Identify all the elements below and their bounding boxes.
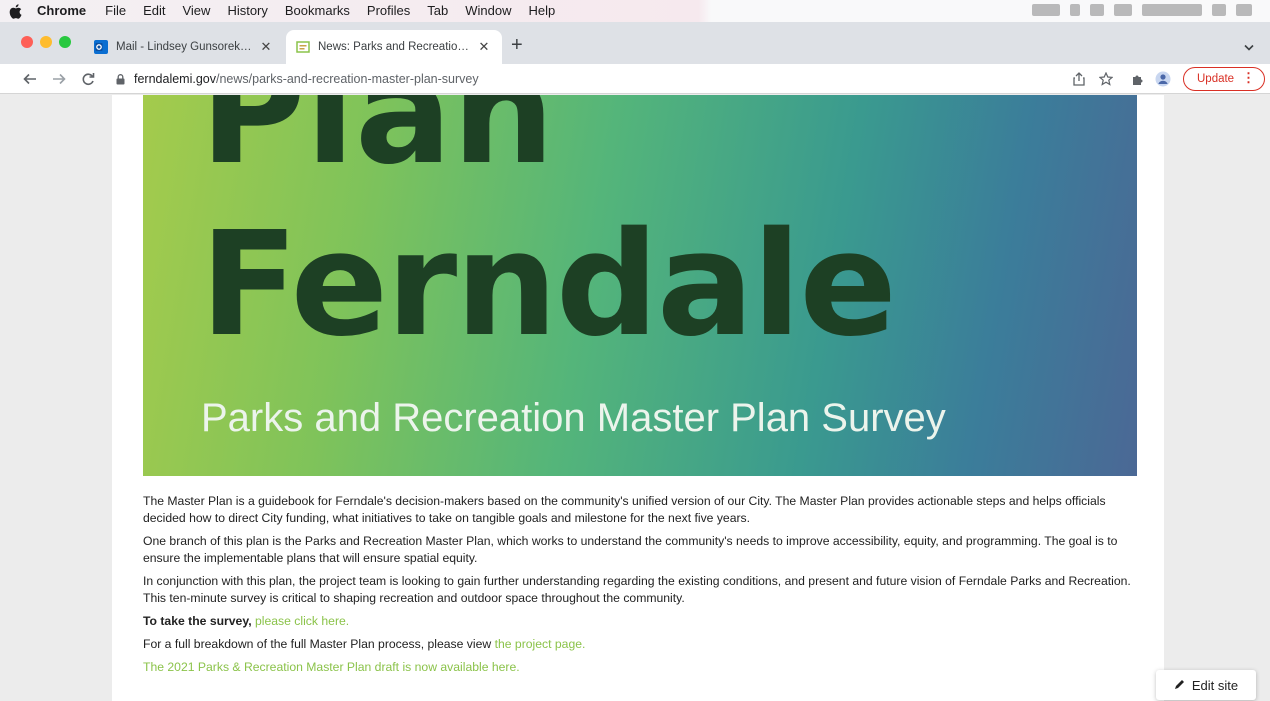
article-body: The Master Plan is a guidebook for Fernd… xyxy=(143,493,1143,682)
draft-link[interactable]: The 2021 Parks & Recreation Master Plan … xyxy=(143,660,520,674)
back-arrow-icon[interactable] xyxy=(20,69,40,89)
tab-news-close-icon[interactable]: ✕ xyxy=(476,39,492,55)
new-tab-button[interactable]: + xyxy=(511,35,523,55)
article-paragraph: One branch of this plan is the Parks and… xyxy=(143,534,1118,565)
article-paragraph: The Master Plan is a guidebook for Fernd… xyxy=(143,494,1106,525)
tab-strip: Mail - Lindsey Gunsorek - Outl ✕ News: P… xyxy=(0,22,1270,64)
page-viewport: Plan Ferndale Parks and Recreation Maste… xyxy=(0,95,1270,701)
pencil-icon xyxy=(1174,678,1185,693)
url-host: ferndalemi.gov xyxy=(134,72,216,86)
project-page-link[interactable]: the project page. xyxy=(495,637,586,651)
lock-icon[interactable] xyxy=(116,73,125,85)
menu-history[interactable]: History xyxy=(227,0,267,22)
browser-toolbar: ferndalemi.gov/news/parks-and-recreation… xyxy=(0,64,1270,94)
tab-news[interactable]: News: Parks and Recreation M ✕ xyxy=(286,30,502,64)
hero-title-plan: Plan xyxy=(200,95,555,196)
tab-search-chevron-icon[interactable] xyxy=(1244,38,1254,56)
share-icon[interactable] xyxy=(1070,70,1088,88)
survey-link[interactable]: please click here. xyxy=(255,614,349,628)
apple-icon[interactable] xyxy=(9,3,23,19)
window-minimize-button[interactable] xyxy=(40,36,52,48)
menubar-status-icons xyxy=(1032,4,1252,16)
menu-chrome[interactable]: Chrome xyxy=(37,0,86,22)
tab-mail[interactable]: Mail - Lindsey Gunsorek - Outl ✕ xyxy=(84,30,284,64)
more-menu-icon[interactable]: ⋮ xyxy=(1242,71,1255,85)
survey-line: To take the survey, please click here. xyxy=(143,613,1143,630)
hero-banner: Plan Ferndale Parks and Recreation Maste… xyxy=(143,95,1137,476)
edit-site-button[interactable]: Edit site xyxy=(1156,670,1256,700)
menu-view[interactable]: View xyxy=(182,0,210,22)
menu-bookmarks[interactable]: Bookmarks xyxy=(285,0,350,22)
extensions-puzzle-icon[interactable] xyxy=(1128,70,1146,88)
menu-file[interactable]: File xyxy=(105,0,126,22)
bookmark-star-icon[interactable] xyxy=(1097,70,1115,88)
tab-news-title: News: Parks and Recreation M xyxy=(318,41,472,53)
window-zoom-button[interactable] xyxy=(59,36,71,48)
forward-arrow-icon[interactable] xyxy=(49,69,69,89)
profile-avatar-icon[interactable] xyxy=(1154,70,1172,88)
draft-line: The 2021 Parks & Recreation Master Plan … xyxy=(143,659,1143,676)
breakdown-line: For a full breakdown of the full Master … xyxy=(143,636,1143,653)
hero-title-ferndale: Ferndale xyxy=(200,200,897,368)
edit-site-label: Edit site xyxy=(1191,677,1239,693)
window-close-button[interactable] xyxy=(21,36,33,48)
tab-mail-title: Mail - Lindsey Gunsorek - Outl xyxy=(116,41,254,53)
hero-subtitle: Parks and Recreation Master Plan Survey xyxy=(201,396,946,440)
menu-edit[interactable]: Edit xyxy=(143,0,165,22)
menu-tab[interactable]: Tab xyxy=(427,0,448,22)
menu-window[interactable]: Window xyxy=(465,0,511,22)
macos-menu-bar: Chrome File Edit View History Bookmarks … xyxy=(0,0,1270,22)
survey-lead: To take the survey, xyxy=(143,614,252,628)
url-path: /news/parks-and-recreation-master-plan-s… xyxy=(216,72,479,86)
menu-profiles[interactable]: Profiles xyxy=(367,0,410,22)
breakdown-text: For a full breakdown of the full Master … xyxy=(143,637,492,651)
reload-icon[interactable] xyxy=(78,69,98,89)
content-column: Plan Ferndale Parks and Recreation Maste… xyxy=(112,95,1164,701)
update-label: Update xyxy=(1197,73,1235,85)
tab-mail-close-icon[interactable]: ✕ xyxy=(258,39,274,55)
menu-help[interactable]: Help xyxy=(529,0,556,22)
outlook-icon xyxy=(94,40,108,54)
address-bar[interactable]: ferndalemi.gov/news/parks-and-recreation… xyxy=(108,67,1118,91)
update-button[interactable]: Update ⋮ xyxy=(1183,67,1265,91)
article-paragraph: In conjunction with this plan, the proje… xyxy=(143,574,1131,605)
ferndale-favicon xyxy=(296,40,310,54)
